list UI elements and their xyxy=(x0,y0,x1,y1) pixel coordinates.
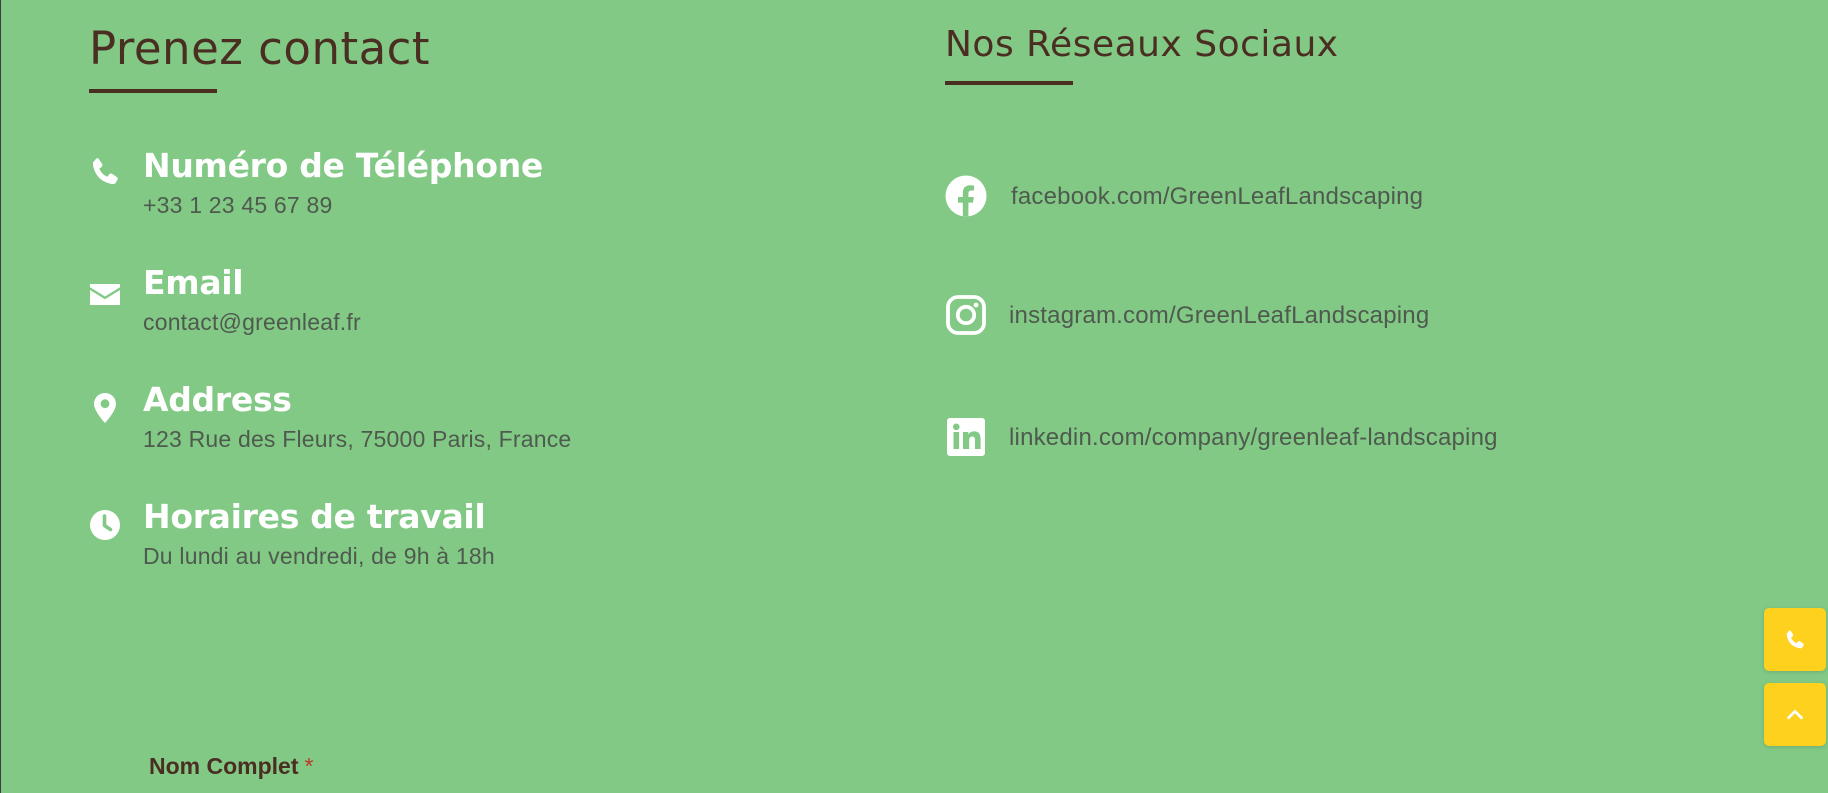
chevron-up-icon xyxy=(1784,704,1806,726)
full-name-label-text: Nom Complet xyxy=(149,753,299,779)
facebook-icon[interactable] xyxy=(945,175,987,217)
required-asterisk: * xyxy=(304,753,314,779)
phone-icon xyxy=(1784,629,1806,651)
contact-hours-value: Du lundi au vendredi, de 9h à 18h xyxy=(143,543,495,569)
instagram-icon[interactable] xyxy=(945,294,987,336)
contact-heading-underline xyxy=(89,89,217,93)
envelope-icon xyxy=(89,279,121,311)
social-link-linkedin-text[interactable]: linkedin.com/company/greenleaf-landscapi… xyxy=(1009,424,1498,452)
scroll-to-top-button[interactable] xyxy=(1764,683,1826,746)
social-link-instagram-text[interactable]: instagram.com/GreenLeafLandscaping xyxy=(1009,302,1429,330)
contact-email-title: Email xyxy=(143,263,244,302)
social-link-facebook-text[interactable]: facebook.com/GreenLeafLandscaping xyxy=(1011,183,1423,211)
full-name-label: Nom Complet * xyxy=(149,753,313,780)
social-heading: Nos Réseaux Sociaux xyxy=(945,24,1339,65)
contact-phone-title: Numéro de Téléphone xyxy=(143,146,543,185)
contact-address-title: Address xyxy=(143,380,292,419)
floating-call-button[interactable] xyxy=(1764,608,1826,671)
phone-icon xyxy=(89,156,121,188)
contact-email-value[interactable]: contact@greenleaf.fr xyxy=(143,309,361,336)
contact-heading: Prenez contact xyxy=(89,22,431,75)
contact-phone-value[interactable]: +33 1 23 45 67 89 xyxy=(143,192,333,219)
social-heading-underline xyxy=(945,81,1073,85)
clock-icon xyxy=(89,509,121,541)
linkedin-icon[interactable] xyxy=(945,416,987,458)
map-pin-icon xyxy=(89,392,121,424)
contact-address-value: 123 Rue des Fleurs, 75000 Paris, France xyxy=(143,426,572,452)
contact-hours-title: Horaires de travail xyxy=(143,497,486,536)
